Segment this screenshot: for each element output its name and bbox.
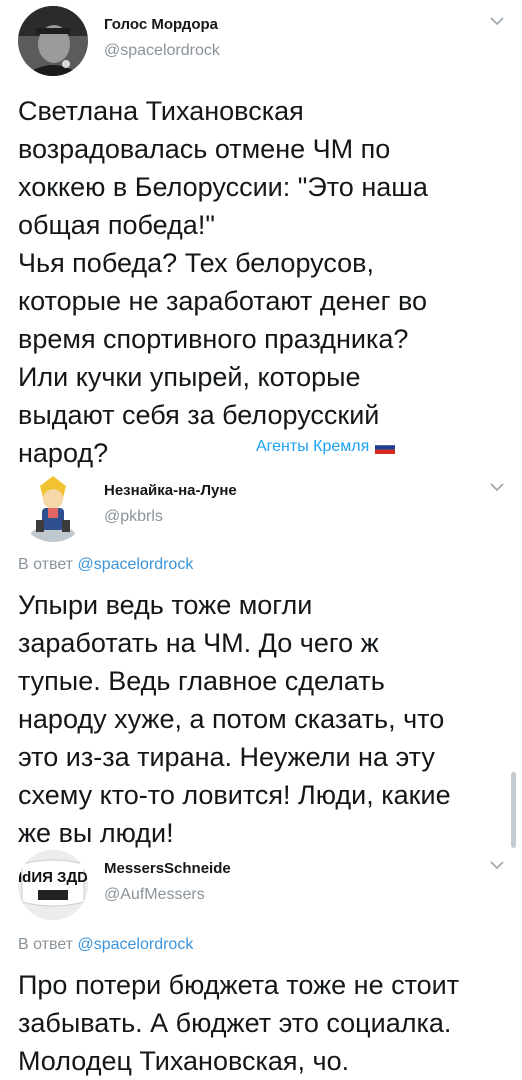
text-line: возрадовалась отмене ЧМ по <box>18 134 391 164</box>
tweet-text: Упыри ведь тоже могли заработать на ЧМ. … <box>18 586 508 852</box>
text-line: же вы люди! <box>18 818 174 848</box>
chevron-down-icon[interactable] <box>490 482 504 492</box>
text-line: Упыри ведь тоже могли <box>18 590 313 620</box>
author-handle[interactable]: @pkbrls <box>104 508 163 526</box>
avatar-logo-text: ІdИЯ ЗДD <box>18 869 88 886</box>
avatar-golos-mordora[interactable] <box>18 6 88 76</box>
chevron-down-icon[interactable] <box>490 16 504 26</box>
text-line: выдают себя за белорусский <box>18 400 380 430</box>
russian-flag-icon <box>375 440 396 454</box>
author-handle[interactable]: @spacelordrock <box>104 42 220 60</box>
tweet-text: Светлана Тихановская возрадовалась отмен… <box>18 92 508 472</box>
avatar-image <box>18 6 88 76</box>
scrollbar-thumb[interactable] <box>511 772 516 848</box>
watermark-signature: Агенты Кремля <box>256 438 396 456</box>
text-line: Молодец Тихановская, чо. <box>18 1046 350 1076</box>
author-name[interactable]: MessersSchneide <box>104 860 231 877</box>
text-line: это из-за тирана. Неужели на эту <box>18 742 435 772</box>
reply-handle-link[interactable]: @spacelordrock <box>77 556 193 573</box>
reply-context: В ответ @spacelordrock <box>18 936 193 954</box>
reply-prefix: В ответ <box>18 556 74 573</box>
text-line: забывать. А бюджет это социалка. <box>18 1008 452 1038</box>
chevron-down-icon[interactable] <box>490 860 504 870</box>
text-line: общая победа!" <box>18 210 215 240</box>
text-line: Светлана Тихановская <box>18 96 304 126</box>
text-line: схему кто-то ловится! Люди, какие <box>18 780 451 810</box>
author-name[interactable]: Незнайка-на-Луне <box>104 482 237 499</box>
text-line: Или кучки упырей, которые <box>18 362 361 392</box>
avatar-image: ІdИЯ ЗДD <box>18 850 88 920</box>
tweet-text: Про потери бюджета тоже не стоит забыват… <box>18 966 508 1080</box>
avatar-messersschneide[interactable]: ІdИЯ ЗДD <box>18 850 88 920</box>
text-line: народу хуже, а потом сказать, что <box>18 704 445 734</box>
text-line: заработать на ЧМ. До чего ж <box>18 628 379 658</box>
avatar-image <box>18 472 88 542</box>
text-line: хоккею в Белоруссии: "Это наша <box>18 172 428 202</box>
text-line: Чья победа? Тех белорусов, <box>18 248 375 278</box>
reply-handle-link[interactable]: @spacelordrock <box>77 936 193 953</box>
text-line: которые не заработают денег во <box>18 286 428 316</box>
reply-context: В ответ @spacelordrock <box>18 556 193 574</box>
signature-text: Агенты Кремля <box>256 438 370 455</box>
text-line: тупые. Ведь главное сделать <box>18 666 385 696</box>
avatar-neznayka[interactable] <box>18 472 88 542</box>
text-line: время спортивного праздника? <box>18 324 409 354</box>
author-handle[interactable]: @AufMessers <box>104 886 205 904</box>
reply-prefix: В ответ <box>18 936 74 953</box>
text-line: Про потери бюджета тоже не стоит <box>18 970 460 1000</box>
author-name[interactable]: Голос Мордора <box>104 16 218 33</box>
